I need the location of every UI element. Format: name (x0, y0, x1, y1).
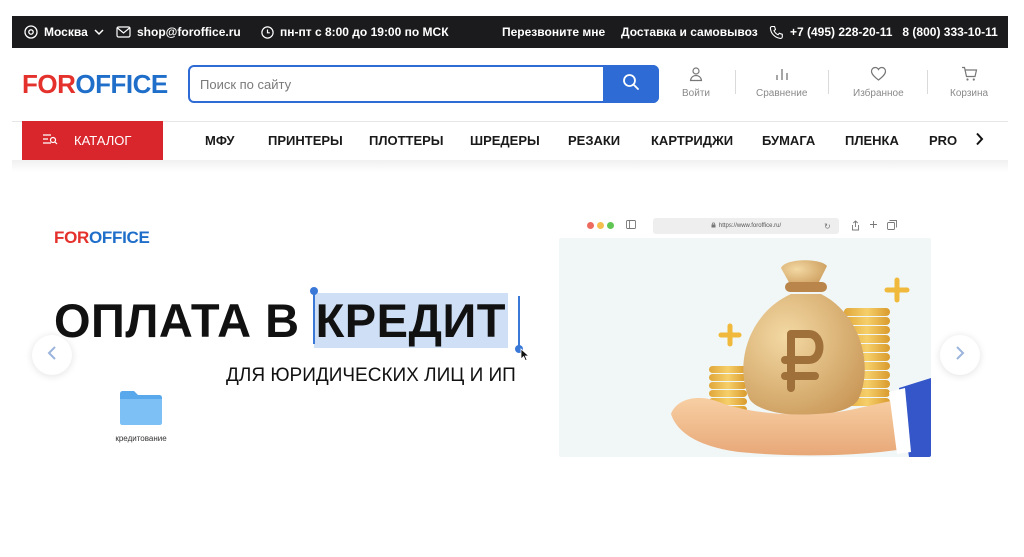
browser-url-text: https://www.foroffice.ru/ (718, 223, 782, 229)
credit-promo-illustration (559, 238, 931, 457)
new-tab-icon (869, 220, 878, 232)
banner-logo-part-for: FOR (54, 228, 89, 247)
catalog-label: КАТАЛОГ (74, 133, 132, 148)
banner-logo: FOROFFICE (54, 228, 150, 248)
window-minimize-dot (597, 222, 604, 229)
banner-headline: ОПЛАТА В КРЕДИТ (54, 292, 508, 348)
tabs-icon (887, 220, 897, 233)
lock-icon (711, 222, 716, 230)
nav-item-cutters[interactable]: РЕЗАКИ (568, 121, 620, 160)
mouse-cursor-icon (520, 348, 530, 367)
hours-label: пн-пт с 8:00 до 19:00 по МСК (280, 25, 449, 39)
chevron-right-icon (975, 132, 984, 151)
nav-item-printers[interactable]: ПРИНТЕРЫ (268, 121, 343, 160)
folder-label: кредитование (115, 434, 167, 443)
header-divider (927, 70, 928, 94)
browser-mock-toolbar: https://www.foroffice.ru/ ↻ (580, 216, 930, 236)
phones: +7 (495) 228-20-11 8 (800) 333-10-11 (769, 16, 998, 48)
email-label: shop@foroffice.ru (137, 25, 241, 39)
nav-item-pro[interactable]: PRO (929, 121, 957, 160)
header-divider (735, 70, 736, 94)
top-bar: Москва shop@foroffice.ru пн-пт с 8:00 до… (12, 16, 1008, 48)
city-selector[interactable]: Москва (24, 16, 104, 48)
user-icon (688, 66, 704, 85)
cart-label: Корзина (950, 88, 989, 99)
heart-icon (870, 66, 887, 85)
search-button[interactable] (603, 65, 659, 103)
reload-icon: ↻ (824, 222, 831, 231)
window-maximize-dot (607, 222, 614, 229)
window-close-dot (587, 222, 594, 229)
logo-part-for: FOR (22, 69, 76, 99)
header-divider (828, 70, 829, 94)
compare-label: Сравнение (756, 88, 808, 99)
phone-1[interactable]: +7 (495) 228-20-11 (790, 25, 892, 39)
headline-selected-text[interactable]: КРЕДИТ (313, 292, 508, 348)
work-hours: пн-пт с 8:00 до 19:00 по МСК (261, 16, 449, 48)
selection-end-handle[interactable] (515, 296, 523, 353)
selection-start-handle[interactable] (310, 287, 318, 344)
location-pin-icon (24, 25, 38, 39)
cart-button[interactable]: Корзина (950, 66, 989, 99)
favorites-label: Избранное (853, 88, 904, 99)
compare-icon (774, 66, 790, 85)
search-icon (622, 73, 640, 96)
cart-icon (961, 66, 978, 85)
sidebar-icon (626, 220, 636, 232)
login-button[interactable]: Войти (682, 66, 710, 99)
login-label: Войти (682, 88, 710, 99)
nav-scroll-right-button[interactable] (972, 131, 986, 151)
catalog-button[interactable]: КАТАЛОГ (22, 121, 163, 160)
catalog-menu-icon (42, 132, 58, 149)
nav-item-shredders[interactable]: ШРЕДЕРЫ (470, 121, 540, 160)
delivery-link[interactable]: Доставка и самовывоз (621, 16, 758, 48)
money-bag-hand-illustration (671, 260, 931, 457)
favorites-button[interactable]: Избранное (853, 66, 904, 99)
nav-item-plotters[interactable]: ПЛОТТЕРЫ (369, 121, 444, 160)
chevron-down-icon (94, 28, 104, 36)
banner-logo-part-office: OFFICE (88, 228, 150, 247)
mail-icon (116, 26, 131, 38)
search-bar (188, 65, 659, 103)
nav-item-film[interactable]: ПЛЕНКА (845, 121, 899, 160)
headline-plain-text: ОПЛАТА В (54, 293, 300, 347)
nav-item-paper[interactable]: БУМАГА (762, 121, 815, 160)
nav-item-cartridges[interactable]: КАРТРИДЖИ (651, 121, 733, 160)
compare-button[interactable]: Сравнение (756, 66, 808, 99)
phone-icon (769, 25, 784, 40)
banner-next-button[interactable] (940, 335, 980, 375)
search-input[interactable] (200, 67, 600, 101)
phone-2[interactable]: 8 (800) 333-10-11 (902, 25, 997, 39)
callback-link[interactable]: Перезвоните мне (502, 16, 605, 48)
city-label: Москва (44, 25, 88, 39)
logo-part-office: OFFICE (75, 69, 168, 99)
site-logo[interactable]: FOROFFICE (22, 70, 168, 98)
banner-subtitle: ДЛЯ ЮРИДИЧЕСКИХ ЛИЦ И ИП (226, 365, 516, 386)
desktop-folder[interactable]: кредитование (115, 388, 167, 444)
nav-shadow (12, 160, 1008, 172)
browser-url-bar: https://www.foroffice.ru/ (653, 218, 839, 234)
nav-item-mfu[interactable]: МФУ (205, 121, 235, 160)
share-icon (851, 220, 860, 234)
folder-icon (118, 388, 164, 431)
chevron-right-icon (955, 345, 965, 366)
email-link[interactable]: shop@foroffice.ru (116, 16, 241, 48)
clock-icon (261, 25, 274, 39)
